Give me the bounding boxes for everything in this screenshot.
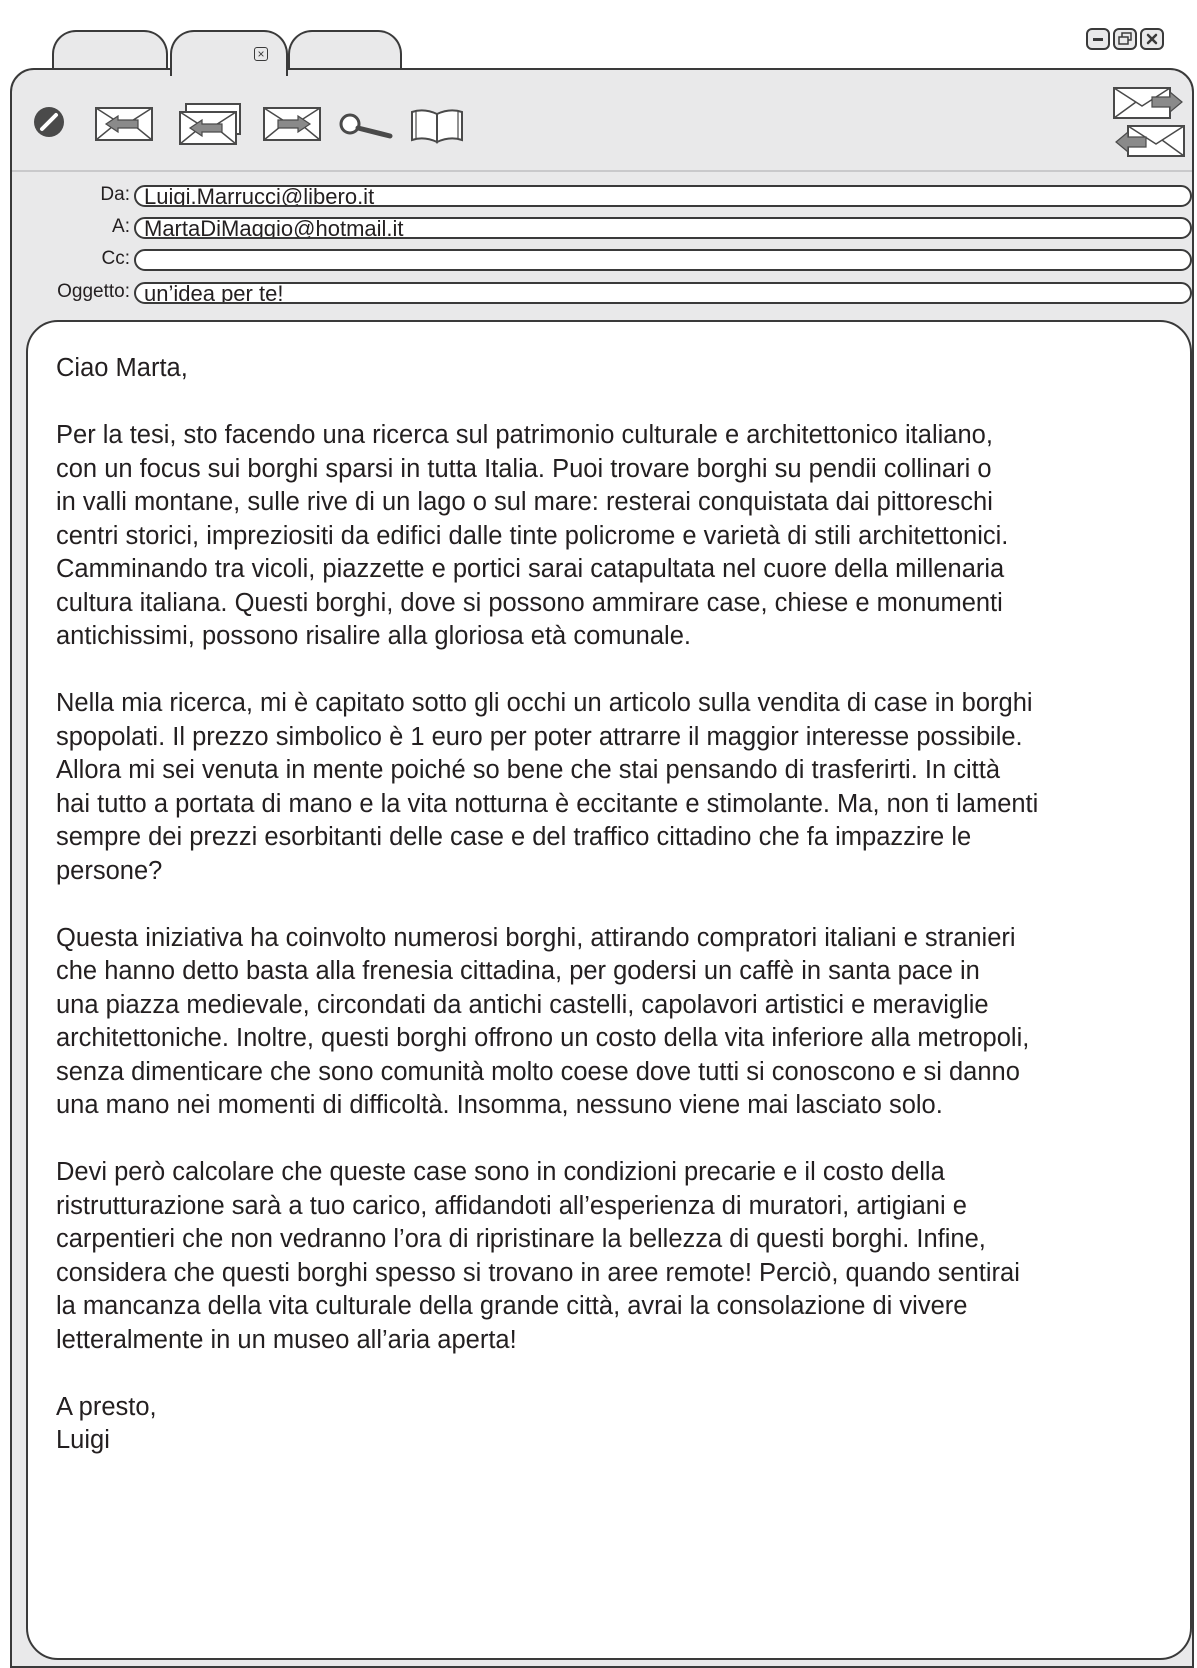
message-body[interactable]: Ciao Marta, Per la tesi, sto facendo una… [56,352,1190,1458]
reply-all-icon[interactable] [176,102,244,146]
reply-icon[interactable] [94,106,154,142]
restore-button[interactable] [1113,28,1137,50]
to-field[interactable]: MartaDiMaggio@hotmail.it [134,217,1192,239]
active-tab-joint [172,66,286,72]
minimize-icon [1093,38,1103,41]
restore-icon [1118,32,1132,45]
subject-label: Oggetto: [57,281,130,302]
message-paragraph-3: Questa iniziativa ha coinvolto numerosi … [56,923,1030,1120]
minimize-button[interactable] [1086,28,1110,50]
message-greeting: Ciao Marta, [56,354,188,382]
close-window-button[interactable] [1140,28,1164,50]
message-closing: A presto, Luigi [56,1392,157,1455]
toolbar-separator [12,170,1192,172]
no-entry-icon[interactable] [32,105,66,139]
send-receive-icon[interactable] [1112,86,1188,160]
message-paragraph-4: Devi però calcolare che queste case sono… [56,1158,1020,1354]
to-label: A: [112,216,130,237]
cc-label: Cc: [101,248,131,269]
address-book-icon[interactable] [408,106,466,146]
from-label: Da: [100,184,130,205]
tab-close-icon[interactable]: × [254,47,268,61]
message-paragraph-1: Per la tesi, sto facendo una ricerca sul… [56,421,1009,650]
subject-field[interactable]: un’idea per te! [134,282,1192,304]
cc-field[interactable] [134,249,1192,271]
from-field[interactable]: Luigi.Marrucci@libero.it [134,185,1192,207]
forward-icon[interactable] [262,106,322,142]
search-icon[interactable] [338,112,394,142]
message-paragraph-2: Nella mia ricerca, mi è capitato sotto g… [56,689,1039,885]
close-icon [1146,33,1158,45]
